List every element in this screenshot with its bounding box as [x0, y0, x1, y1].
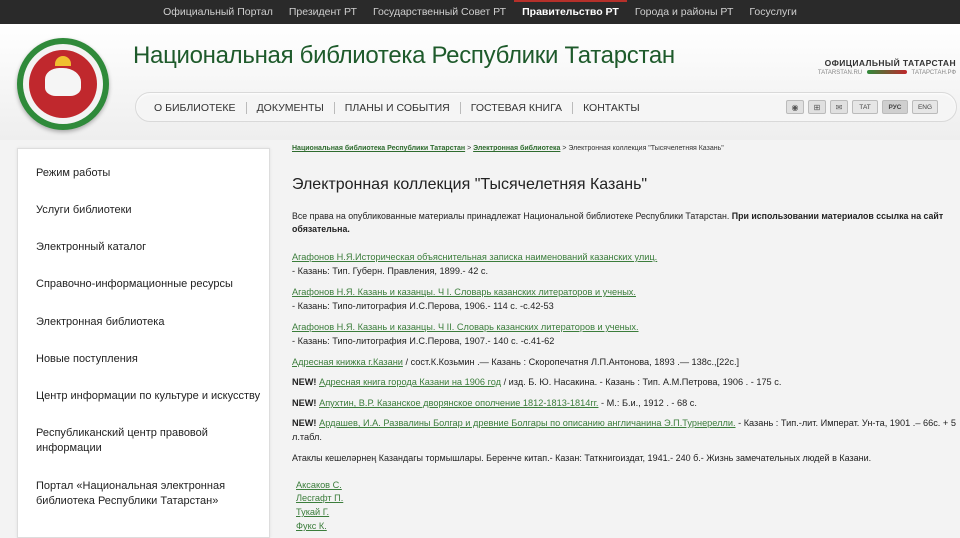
entry-text: Атаклы кешеләрнең Казандагы тормышлары. … [292, 453, 872, 463]
breadcrumb-current: Электронная коллекция "Тысячелетняя Каза… [568, 145, 724, 152]
top-link-state-council[interactable]: Государственный Совет РТ [365, 0, 514, 24]
nav-item-events[interactable]: ПЛАНЫ И СОБЫТИЯ [335, 102, 461, 114]
rights-text: Все права на опубликованные материалы пр… [292, 211, 730, 221]
top-link-government[interactable]: Правительство РТ [514, 0, 627, 24]
site-title: Национальная библиотека Республики Татар… [133, 42, 675, 69]
sidebar-item-culture-center[interactable]: Центр информации по культуре и искусству [36, 389, 261, 404]
lang-rus-button[interactable]: РУС [882, 100, 908, 114]
top-link-president[interactable]: Президент РТ [281, 0, 365, 24]
sub-link-tukay[interactable]: Тукай Г. [296, 507, 329, 517]
rights-notice: Все права на опубликованные материалы пр… [292, 210, 952, 236]
entry-link[interactable]: Адресная книга города Казани на 1906 год [319, 377, 501, 387]
eye-icon[interactable]: ◉ [786, 100, 804, 114]
main-navbar: О БИБЛИОТЕКЕ ДОКУМЕНТЫ ПЛАНЫ И СОБЫТИЯ Г… [135, 92, 957, 122]
top-link-cities[interactable]: Города и районы РТ [627, 0, 742, 24]
sidebar-item-hours[interactable]: Режим работы [36, 166, 110, 181]
sidebar-item-reference[interactable]: Справочно-информационные ресурсы [36, 277, 233, 292]
entry-text: - Казань: Типо-литография И.С.Перова, 19… [292, 335, 555, 346]
sidebar-item-new-arrivals[interactable]: Новые поступления [36, 352, 138, 367]
top-link-gosuslugi[interactable]: Госуслуги [741, 0, 805, 24]
new-badge: NEW! [292, 418, 317, 428]
list-item: Адресная книжка г.Казани / сост.К.Козьми… [292, 356, 957, 370]
top-link-portal[interactable]: Официальный Портал [155, 0, 281, 24]
official-tatarstan-logo[interactable]: ОФИЦИАЛЬНЫЙ ТАТАРСТАН TATARSTAN.RU ТАТАР… [818, 58, 956, 76]
entry-link[interactable]: Агафонов Н.Я. Казань и казанцы. Ч I. Сло… [292, 287, 636, 297]
breadcrumb-sep: > [465, 145, 474, 152]
sidebar-item-catalog[interactable]: Электронный каталог [36, 240, 146, 255]
entry-text: - Казань: Тип. Губерн. Правления, 1899.-… [292, 265, 489, 276]
nav-tools: ◉ ⊞ ✉ ТАТ РУС ENG [786, 100, 938, 114]
new-badge: NEW! [292, 398, 317, 408]
list-item: NEW! Апухтин, В.Р. Казанское дворянское … [292, 397, 957, 411]
tatarstan-emblem-logo[interactable] [17, 38, 109, 130]
entry-text: / изд. Б. Ю. Насакина. - Казань : Тип. А… [503, 377, 782, 387]
nav-item-documents[interactable]: ДОКУМЕНТЫ [247, 102, 335, 114]
list-item: NEW! Ардашев, И.А. Развалины Болгар и др… [292, 417, 957, 444]
breadcrumb-link-home[interactable]: Национальная библиотека Республики Татар… [292, 145, 465, 152]
list-item: Агафонов Н.Я. Казань и казанцы. Ч I. Сло… [292, 286, 957, 313]
entry-text: / сост.К.Козьмин .— Казань : Скоропечатн… [405, 357, 740, 367]
nav-item-guestbook[interactable]: ГОСТЕВАЯ КНИГА [461, 102, 574, 114]
sitemap-icon[interactable]: ⊞ [808, 100, 826, 114]
official-domain-ru: TATARSTAN.RU [817, 70, 863, 76]
sidebar-item-legal-center[interactable]: Республиканский центр правовой информаци… [36, 426, 236, 456]
top-portal-bar: Официальный Портал Президент РТ Государс… [0, 0, 960, 24]
sidebar-item-national-portal[interactable]: Портал «Национальная электронная библиот… [36, 479, 246, 509]
official-swoosh [866, 70, 907, 75]
sidebar-menu: Режим работы Услуги библиотеки Электронн… [17, 148, 270, 538]
entry-link[interactable]: Агафонов Н.Я.Историческая объяснительная… [292, 252, 657, 262]
lang-eng-button[interactable]: ENG [912, 100, 938, 114]
breadcrumb-link-e-library[interactable]: Электронная библиотека [473, 145, 560, 152]
emblem-leopard [45, 68, 81, 96]
official-tatarstan-title: ОФИЦИАЛЬНЫЙ ТАТАРСТАН [824, 58, 956, 68]
sub-link-aksakov[interactable]: Аксаков С. [296, 480, 342, 490]
lang-tat-button[interactable]: ТАТ [852, 100, 878, 114]
sidebar-item-services[interactable]: Услуги библиотеки [36, 203, 132, 218]
official-domain-rf: ТАТАРСТАН.РФ [911, 70, 957, 76]
page-title: Электронная коллекция "Тысячелетняя Каза… [292, 176, 648, 193]
official-tatarstan-domains: TATARSTAN.RU ТАТАРСТАН.РФ [818, 70, 956, 76]
nav-item-contacts[interactable]: КОНТАКТЫ [573, 102, 650, 114]
sidebar-item-e-library[interactable]: Электронная библиотека [36, 315, 164, 330]
entry-text: - М.: Б.и., 1912 . - 68 с. [601, 398, 697, 408]
mail-icon[interactable]: ✉ [830, 100, 848, 114]
sub-link-fuks[interactable]: Фукс К. [296, 521, 327, 531]
list-item: NEW! Адресная книга города Казани на 190… [292, 376, 957, 390]
entry-link[interactable]: Адресная книжка г.Казани [292, 357, 403, 367]
sub-link-lesgaft[interactable]: Лесгафт П. [296, 493, 343, 503]
breadcrumb: Национальная библиотека Республики Татар… [292, 145, 724, 152]
entry-link[interactable]: Ардашев, И.А. Развалины Болгар и древние… [319, 418, 735, 428]
entry-link[interactable]: Агафонов Н.Я. Казань и казанцы. Ч II. Сл… [292, 322, 639, 332]
nav-items: О БИБЛИОТЕКЕ ДОКУМЕНТЫ ПЛАНЫ И СОБЫТИЯ Г… [144, 93, 650, 123]
list-item: Агафонов Н.Я.Историческая объяснительная… [292, 251, 957, 278]
list-item: Атаклы кешеләрнең Казандагы тормышлары. … [292, 452, 957, 466]
new-badge: NEW! [292, 377, 317, 387]
entry-text: - Казань: Типо-литография И.С.Перова, 19… [292, 300, 554, 311]
list-item: Агафонов Н.Я. Казань и казанцы. Ч II. Сл… [292, 321, 957, 348]
entry-link[interactable]: Апухтин, В.Р. Казанское дворянское ополч… [319, 398, 598, 408]
nav-item-about[interactable]: О БИБЛИОТЕКЕ [144, 102, 247, 114]
emblem-sun [55, 56, 71, 66]
